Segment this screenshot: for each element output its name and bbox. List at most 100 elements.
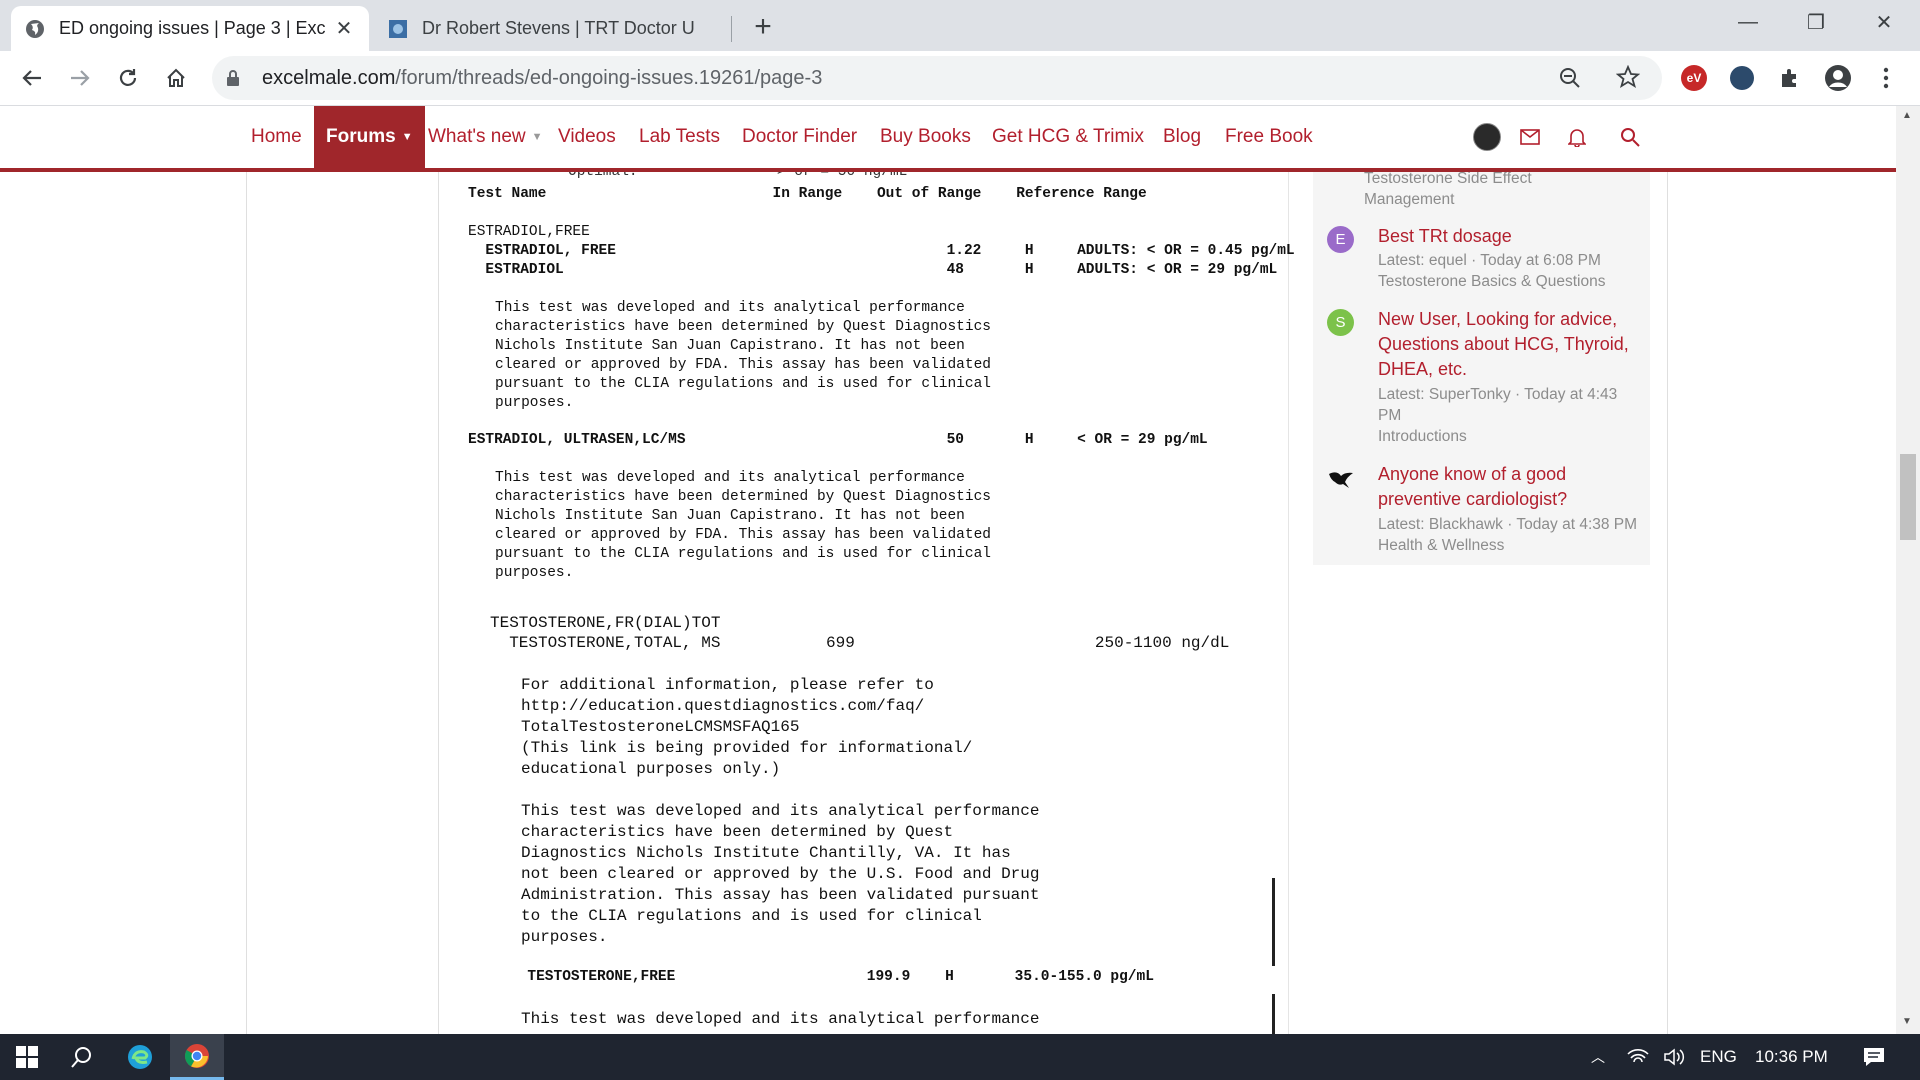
search-icon[interactable]	[58, 1034, 106, 1080]
lab-note-line: Nichols Institute San Juan Capistrano. I…	[495, 338, 965, 354]
thread-forum[interactable]: Introductions	[1378, 426, 1467, 447]
nav-whats-new[interactable]: What's new ▼	[428, 106, 543, 168]
minimize-icon[interactable]: ―	[1714, 0, 1782, 44]
thread-latest[interactable]: PM	[1378, 405, 1401, 426]
home-icon[interactable]	[158, 60, 194, 96]
search-icon[interactable]	[1620, 106, 1640, 168]
nav-free-book[interactable]: Free Book	[1225, 106, 1313, 168]
volume-icon[interactable]	[1660, 1034, 1688, 1080]
nav-home[interactable]: Home	[251, 106, 302, 168]
tab-title: ED ongoing issues | Page 3 | Exce	[59, 18, 325, 38]
nav-buy-books[interactable]: Buy Books	[880, 106, 971, 168]
url-path: /forum/threads/ed-ongoing-issues.19261/p…	[395, 67, 823, 89]
nav-forums[interactable]: Forums ▼	[314, 106, 425, 168]
forward-icon[interactable]	[62, 60, 98, 96]
menu-kebab-icon[interactable]	[1872, 64, 1900, 92]
lab-note-line: characteristics have been determined by …	[521, 823, 954, 841]
latest-threads-panel: Testosterone Side Effect Management E Be…	[1313, 172, 1650, 565]
input-language[interactable]: ENG	[1700, 1034, 1737, 1080]
thread-title[interactable]: New User, Looking for advice,	[1378, 307, 1617, 332]
user-avatar[interactable]	[1473, 106, 1501, 168]
mail-icon[interactable]	[1520, 106, 1540, 168]
network-icon[interactable]	[1624, 1034, 1652, 1080]
nav-videos[interactable]: Videos	[558, 106, 616, 168]
lab-note-line: Nichols Institute San Juan Capistrano. I…	[495, 508, 965, 524]
divider	[246, 172, 247, 1034]
scan-edge-mark	[1272, 878, 1275, 966]
extension-cursor-icon[interactable]	[1728, 64, 1756, 92]
nav-lab-tests[interactable]: Lab Tests	[639, 106, 720, 168]
lab-note-line: TotalTestosteroneLCMSMSFAQ165	[521, 718, 800, 736]
thread-item: Anyone know of a good preventive cardiol…	[1327, 462, 1642, 554]
nav-doctor-finder[interactable]: Doctor Finder	[742, 106, 857, 168]
lock-icon[interactable]	[226, 69, 240, 87]
nav-forums-label: Forums	[326, 126, 396, 147]
lab-note-line: For additional information, please refer…	[521, 676, 934, 694]
thread-title[interactable]: Anyone know of a good	[1378, 462, 1566, 487]
thread-title[interactable]: DHEA, etc.	[1378, 357, 1467, 382]
lab-note-line: pursuant to the CLIA regulations and is …	[495, 546, 991, 562]
lab-row-testosterone-free: TESTOSTERONE,FREE 199.9 H 35.0-155.0 pg/…	[510, 969, 1154, 985]
thread-title[interactable]: Best TRt dosage	[1378, 224, 1512, 249]
nav-blog[interactable]: Blog	[1163, 106, 1201, 168]
reload-icon[interactable]	[110, 60, 146, 96]
profile-icon[interactable]	[1824, 64, 1852, 92]
bell-icon[interactable]	[1568, 106, 1586, 168]
extensions-puzzle-icon[interactable]	[1776, 64, 1804, 92]
chevron-down-icon[interactable]: ▼	[402, 131, 413, 143]
thread-title[interactable]: preventive cardiologist?	[1378, 487, 1567, 512]
lab-note-line: characteristics have been determined by …	[495, 489, 991, 505]
thread-latest[interactable]: Latest: equel · Today at 6:08 PM	[1378, 250, 1601, 271]
tab-strip: ED ongoing issues | Page 3 | Exce ✕ Dr R…	[0, 0, 1920, 51]
edge-icon[interactable]	[116, 1034, 164, 1080]
scroll-down-icon[interactable]: ▼	[1902, 1016, 1912, 1027]
chevron-up-icon[interactable]: ︿	[1586, 1034, 1610, 1080]
browser-toolbar: excelmale.com/forum/threads/ed-ongoing-i…	[0, 51, 1920, 106]
avatar[interactable]: E	[1327, 226, 1354, 253]
zoom-out-icon[interactable]	[1558, 66, 1582, 90]
lab-partial-line: Optimal: > or = 50 ng/mL	[568, 172, 908, 180]
thread-title[interactable]: Questions about HCG, Thyroid,	[1378, 332, 1629, 357]
back-icon[interactable]	[14, 60, 50, 96]
thread-latest[interactable]: Latest: Blackhawk · Today at 4:38 PM	[1378, 514, 1637, 535]
thread-meta[interactable]: Management	[1364, 189, 1454, 210]
thread-forum[interactable]: Health & Wellness	[1378, 535, 1504, 556]
clock-time[interactable]: 10:36 PM	[1755, 1034, 1828, 1080]
chrome-icon[interactable]	[170, 1034, 224, 1080]
lab-note-line: http://education.questdiagnostics.com/fa…	[521, 697, 925, 715]
divider	[1667, 172, 1668, 1034]
globe-icon	[26, 19, 44, 38]
hawk-avatar-icon[interactable]	[1327, 464, 1354, 491]
bookmark-star-icon[interactable]	[1616, 65, 1640, 89]
nav-whats-new-label: What's new	[428, 126, 526, 147]
chevron-down-icon[interactable]: ▼	[532, 131, 543, 143]
tab-ed-ongoing-issues[interactable]: ED ongoing issues | Page 3 | Exce ✕	[11, 6, 369, 51]
extension-ev-icon[interactable]: eV	[1680, 64, 1708, 92]
scrollbar-thumb[interactable]	[1900, 454, 1916, 540]
url-text: excelmale.com/forum/threads/ed-ongoing-i…	[262, 67, 822, 90]
nav-get-hcg-trimix[interactable]: Get HCG & Trimix	[992, 106, 1144, 168]
thread-forum[interactable]: Testosterone Basics & Questions	[1378, 271, 1605, 292]
notifications-icon[interactable]	[1854, 1034, 1894, 1080]
lab-note-line: to the CLIA regulations and is used for …	[521, 907, 982, 925]
avatar[interactable]: S	[1327, 309, 1354, 336]
tab-dr-robert-stevens[interactable]: Dr Robert Stevens | TRT Doctor U	[374, 6, 732, 51]
thread-latest[interactable]: Latest: SuperTonky · Today at 4:43	[1378, 384, 1617, 405]
lab-note-line: cleared or approved by FDA. This assay h…	[495, 527, 991, 543]
page-scrollbar[interactable]: ▲ ▼	[1896, 106, 1920, 1034]
scroll-up-icon[interactable]: ▲	[1902, 110, 1912, 121]
lab-note-line: pursuant to the CLIA regulations and is …	[495, 376, 991, 392]
windows-start-icon[interactable]	[0, 1034, 54, 1080]
restore-icon[interactable]: ❐	[1782, 0, 1850, 44]
lab-note-line: educational purposes only.)	[521, 760, 781, 778]
address-bar[interactable]: excelmale.com/forum/threads/ed-ongoing-i…	[212, 56, 1662, 100]
thread-meta[interactable]: Testosterone Side Effect	[1364, 172, 1532, 189]
site-favicon-icon	[389, 19, 407, 38]
divider	[438, 172, 439, 1034]
new-tab-button[interactable]: +	[746, 10, 780, 44]
lab-note-line: purposes.	[495, 565, 574, 581]
tab-separator	[731, 16, 732, 42]
lab-note-line: This test was developed and its analytic…	[521, 1010, 1040, 1028]
close-window-icon[interactable]: ✕	[1850, 0, 1918, 44]
close-tab-icon[interactable]: ✕	[333, 18, 355, 40]
